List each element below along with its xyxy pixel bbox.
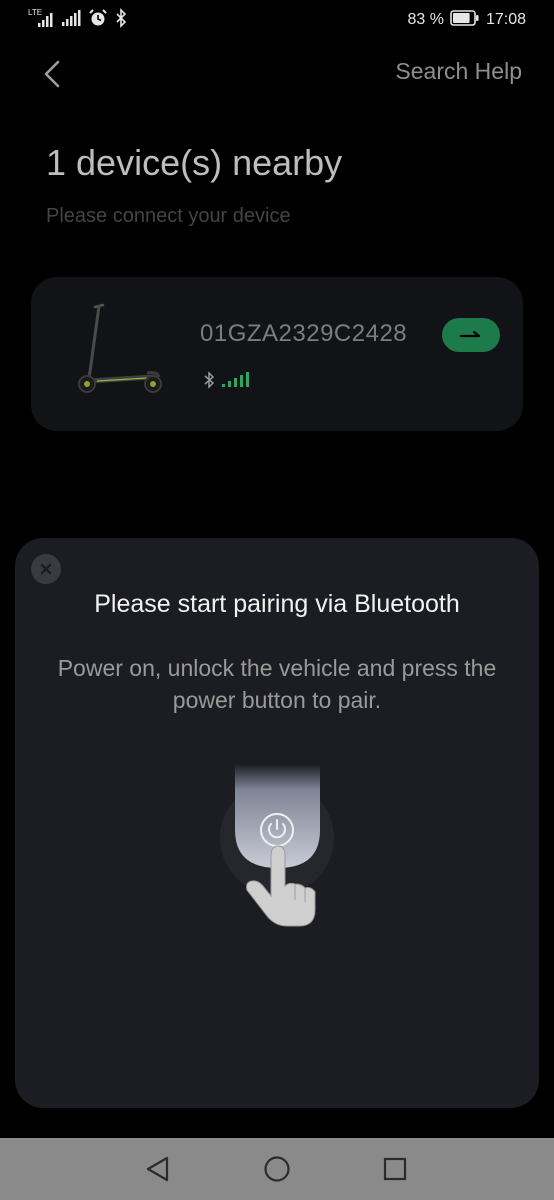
bluetooth-icon bbox=[114, 8, 128, 32]
scooter-image bbox=[78, 303, 162, 393]
device-card[interactable]: 01GZA2329C2428 bbox=[31, 277, 523, 431]
battery-icon bbox=[450, 9, 480, 31]
page-title: 1 device(s) nearby bbox=[46, 142, 343, 183]
sheet-description: Power on, unlock the vehicle and press t… bbox=[57, 655, 497, 713]
back-button[interactable] bbox=[36, 56, 72, 92]
navigation-bar bbox=[0, 1138, 554, 1200]
search-help-link[interactable]: Search Help bbox=[395, 58, 522, 85]
nav-back-button[interactable] bbox=[143, 1154, 173, 1184]
screen: LTE 83 % 17:08 Search Help 1 device(s) n… bbox=[0, 0, 554, 1200]
pairing-sheet: Please start pairing via Bluetooth Power… bbox=[15, 538, 539, 1108]
status-bar: LTE 83 % 17:08 bbox=[0, 0, 554, 40]
bluetooth-icon bbox=[204, 371, 215, 389]
chevron-left-icon bbox=[44, 60, 60, 88]
battery-percent: 83 % bbox=[407, 11, 444, 28]
arrow-right-icon bbox=[459, 330, 481, 338]
close-button[interactable] bbox=[31, 554, 61, 584]
signal-icon bbox=[60, 8, 82, 32]
page-subtitle: Please connect your device bbox=[46, 205, 291, 227]
device-id: 01GZA2329C2428 bbox=[200, 320, 408, 347]
device-connection bbox=[203, 371, 249, 389]
recents-square-icon bbox=[383, 1157, 407, 1181]
alarm-icon bbox=[88, 8, 108, 32]
status-right: 83 % 17:08 bbox=[407, 9, 526, 31]
nav-home-button[interactable] bbox=[262, 1154, 292, 1184]
nav-recents-button[interactable] bbox=[380, 1154, 410, 1184]
sheet-title: Please start pairing via Bluetooth bbox=[94, 590, 460, 618]
connect-button[interactable] bbox=[442, 318, 500, 352]
clock: 17:08 bbox=[485, 11, 526, 28]
status-left: LTE bbox=[28, 8, 128, 32]
pairing-illustration bbox=[220, 764, 334, 927]
lte-signal-icon: LTE bbox=[28, 8, 54, 30]
signal-strength-icon bbox=[222, 372, 249, 387]
close-icon bbox=[40, 563, 52, 575]
back-triangle-icon bbox=[146, 1156, 169, 1182]
home-circle-icon bbox=[264, 1156, 290, 1182]
